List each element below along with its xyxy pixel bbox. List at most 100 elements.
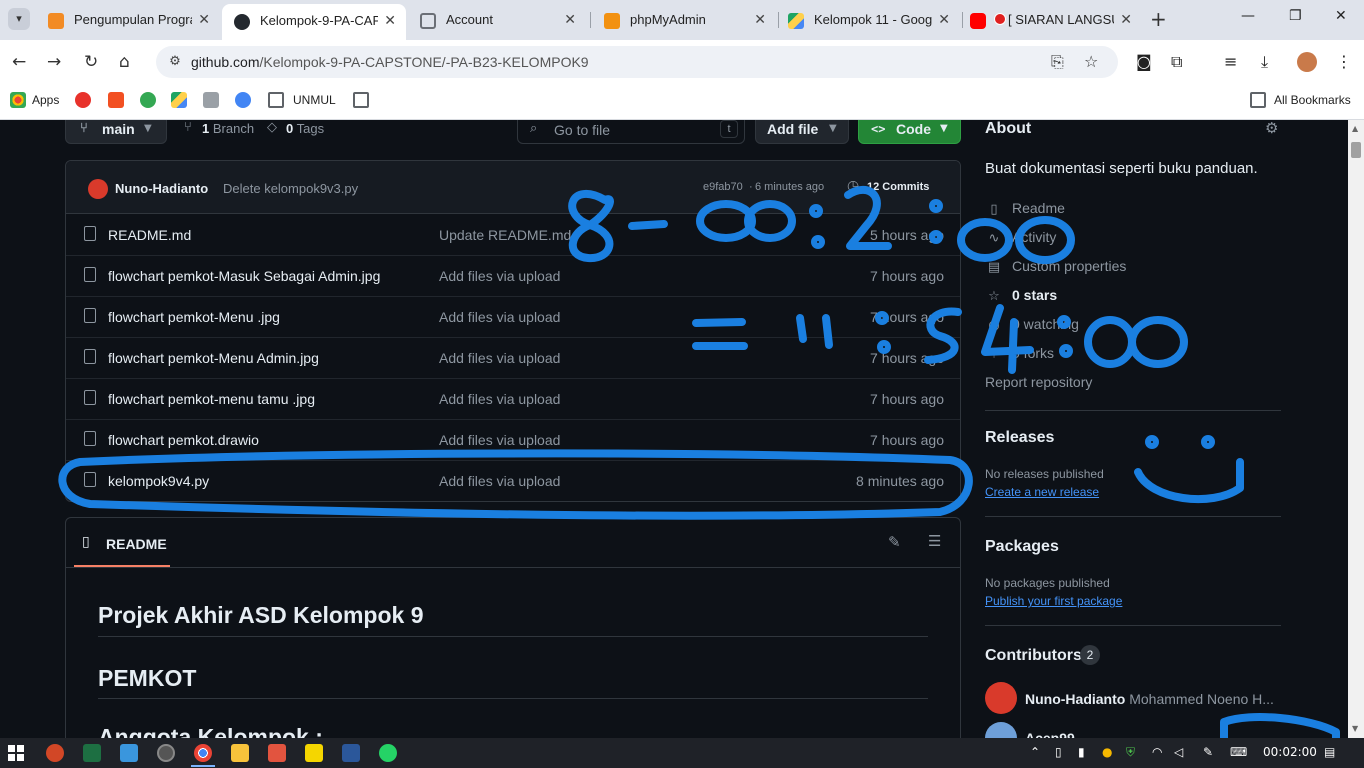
profile-avatar[interactable]	[1297, 52, 1317, 72]
bookmark-unmul[interactable]: UNMUL	[293, 93, 336, 107]
go-to-file-input[interactable]: ⌕ Go to file t	[517, 120, 745, 144]
bookmark-icon-5[interactable]	[203, 92, 219, 108]
branches-link[interactable]: 1 Branch	[202, 121, 254, 136]
file-commit-message[interactable]: Update README.md	[439, 227, 571, 243]
maximize-button[interactable]: ❐	[1289, 8, 1302, 24]
file-commit-message[interactable]: Add files via upload	[439, 268, 560, 284]
outline-list-icon[interactable]: ☰	[928, 532, 941, 550]
close-icon[interactable]: ✕	[564, 5, 576, 35]
tab-search-icon[interactable]: ▾	[8, 8, 30, 30]
tab-account[interactable]: Account ✕	[408, 5, 586, 35]
forks-link[interactable]: ⑂ 0 forks	[985, 345, 1054, 362]
table-row[interactable]: flowchart pemkot-Menu Admin.jpg Add file…	[66, 338, 960, 379]
file-name[interactable]: kelompok9v4.py	[108, 473, 209, 489]
chrome-icon[interactable]	[194, 744, 212, 762]
bookmark-apps[interactable]: Apps	[32, 93, 59, 107]
back-button[interactable]: ←	[12, 52, 26, 72]
tab-youtube-live[interactable]: [ SIARAN LANGSU ✕	[958, 5, 1142, 35]
battery-icon[interactable]: ▯	[1055, 745, 1062, 759]
file-explorer-icon[interactable]	[231, 744, 249, 762]
address-bar[interactable]: ⚙ github.com/Kelompok-9-PA-CAPSTONE/-PA-…	[156, 46, 1118, 78]
file-commit-message[interactable]: Add files via upload	[439, 309, 560, 325]
table-row[interactable]: flowchart pemkot.drawio Add files via up…	[66, 420, 960, 461]
table-row[interactable]: kelompok9v4.py Add files via upload 8 mi…	[66, 461, 960, 501]
table-row[interactable]: flowchart pemkot-menu tamu .jpg Add file…	[66, 379, 960, 420]
volume-icon[interactable]: ◁	[1174, 745, 1183, 759]
tray-chevron-icon[interactable]: ⌃	[1030, 745, 1040, 759]
folder-icon[interactable]	[1250, 92, 1266, 108]
publish-package-link[interactable]: Publish your first package	[985, 594, 1122, 608]
folder-icon[interactable]	[268, 92, 284, 108]
new-tab-button[interactable]: +	[1150, 8, 1167, 30]
heart-bookmark-icon[interactable]	[75, 92, 91, 108]
tags-link[interactable]: 0 Tags	[286, 121, 324, 136]
extensions-puzzle-icon[interactable]: ⧉	[1171, 52, 1182, 72]
commit-hash[interactable]: e9fab70	[703, 181, 743, 193]
bookmark-star-icon[interactable]: ☆	[1084, 52, 1098, 71]
table-row[interactable]: flowchart pemkot-Masuk Sebagai Admin.jpg…	[66, 256, 960, 297]
contributor-name[interactable]: Acep99	[1025, 730, 1075, 738]
site-info-icon[interactable]: ⚙	[166, 53, 184, 71]
scrollbar-thumb[interactable]	[1351, 142, 1361, 158]
powerpoint-icon[interactable]	[46, 744, 64, 762]
create-release-link[interactable]: Create a new release	[985, 485, 1099, 499]
contributor-name[interactable]: Nuno-Hadianto Mohammed Noeno H...	[1025, 691, 1274, 707]
report-repository-link[interactable]: Report repository	[985, 374, 1092, 390]
tab-pengumpulan[interactable]: Pengumpulan Progra ✕	[36, 5, 220, 35]
app-icon[interactable]	[157, 744, 175, 762]
download-icon[interactable]: ⤓	[1261, 52, 1268, 72]
media-control-icon[interactable]: ≡	[1224, 52, 1237, 72]
scroll-up-icon[interactable]: ▲	[1352, 124, 1358, 133]
watching-link[interactable]: ◉ 0 watching	[985, 316, 1079, 333]
app-icon[interactable]	[268, 744, 286, 762]
app-tray-icon[interactable]: ●	[1102, 745, 1112, 759]
stars-link[interactable]: ☆ 0 stars	[985, 287, 1057, 304]
apps-grid-icon[interactable]	[10, 92, 26, 108]
security-shield-icon[interactable]: ⛨	[1126, 745, 1135, 760]
notification-icon[interactable]: ▤	[1324, 745, 1335, 759]
file-name[interactable]: flowchart pemkot-Masuk Sebagai Admin.jpg	[108, 268, 380, 284]
file-commit-message[interactable]: Add files via upload	[439, 432, 560, 448]
bookmark-icon-3[interactable]	[140, 92, 156, 108]
releases-heading[interactable]: Releases	[985, 429, 1054, 447]
close-icon[interactable]: ✕	[754, 5, 766, 35]
file-name[interactable]: flowchart pemkot-Menu Admin.jpg	[108, 350, 319, 366]
pen-icon[interactable]: ✎	[1203, 745, 1213, 759]
file-name[interactable]: README.md	[108, 227, 191, 243]
word-icon[interactable]	[342, 744, 360, 762]
commit-author[interactable]: Nuno-Hadianto	[115, 181, 208, 196]
avatar[interactable]	[985, 722, 1017, 738]
contributors-heading[interactable]: Contributors	[985, 647, 1082, 665]
close-icon[interactable]: ✕	[198, 5, 210, 35]
custom-properties-link[interactable]: ▤ Custom properties	[985, 258, 1127, 275]
tab-google-drive[interactable]: Kelompok 11 - Googl ✕	[776, 5, 960, 35]
file-name[interactable]: flowchart pemkot-Menu .jpg	[108, 309, 280, 325]
edit-pencil-icon[interactable]: ✎	[888, 533, 901, 551]
branch-select-button[interactable]: ⑂ main ▼	[65, 120, 167, 144]
avatar[interactable]	[985, 682, 1017, 714]
readme-tab[interactable]: README	[106, 536, 167, 552]
app-icon[interactable]	[120, 744, 138, 762]
url-text[interactable]: github.com/Kelompok-9-PA-CAPSTONE/-PA-B2…	[191, 54, 589, 70]
clock[interactable]: 00:02:00	[1263, 745, 1317, 759]
close-icon[interactable]: ✕	[938, 5, 950, 35]
commit-message[interactable]: Delete kelompok9v3.py	[223, 181, 358, 196]
commit-count-link[interactable]: 12 Commits	[867, 181, 929, 193]
excel-icon[interactable]	[83, 744, 101, 762]
tab-github[interactable]: Kelompok-9-PA-CAPS ✕	[222, 4, 406, 40]
file-name[interactable]: flowchart pemkot-menu tamu .jpg	[108, 391, 315, 407]
file-name[interactable]: flowchart pemkot.drawio	[108, 432, 259, 448]
network-bars-icon[interactable]: ▮	[1078, 745, 1085, 759]
windows-start-icon[interactable]	[8, 745, 24, 761]
close-icon[interactable]: ✕	[384, 4, 396, 38]
drive-bookmark-icon[interactable]	[171, 92, 187, 108]
keyboard-icon[interactable]: ⌨	[1230, 745, 1247, 759]
browser-menu-icon[interactable]: ⋮	[1336, 52, 1352, 72]
code-button[interactable]: <> Code ▼	[858, 120, 961, 144]
whatsapp-icon[interactable]	[379, 744, 397, 762]
close-icon[interactable]: ✕	[1120, 5, 1132, 35]
reload-button[interactable]: ↻	[84, 52, 98, 72]
home-button[interactable]: ⌂	[119, 52, 130, 72]
add-file-button[interactable]: Add file ▼	[755, 120, 849, 144]
tab-phpmyadmin[interactable]: phpMyAdmin ✕	[592, 5, 776, 35]
